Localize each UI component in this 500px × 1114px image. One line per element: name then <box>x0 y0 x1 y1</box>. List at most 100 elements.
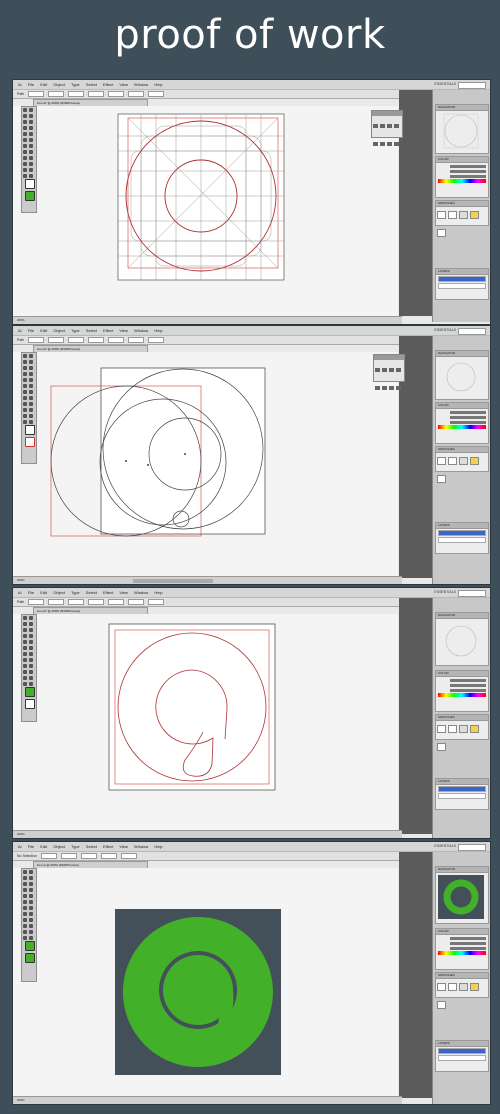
brush-field[interactable] <box>48 337 65 344</box>
menu-type[interactable]: Type <box>71 328 80 333</box>
workspace-switcher[interactable]: ESSENTIALS <box>434 326 456 335</box>
menu-effect[interactable]: Effect <box>103 590 113 595</box>
layer-row[interactable] <box>438 530 486 536</box>
menu-view[interactable]: View <box>119 590 128 595</box>
opacity-field[interactable] <box>68 599 85 606</box>
menu-select[interactable]: Select <box>86 844 97 849</box>
menu-view[interactable]: View <box>119 844 128 849</box>
menu-select[interactable]: Select <box>86 328 97 333</box>
menu-help[interactable]: Help <box>154 82 162 87</box>
menu-ai[interactable]: Ai <box>18 82 22 87</box>
x-field[interactable] <box>88 91 105 98</box>
menu-edit[interactable]: Edit <box>40 82 47 87</box>
stroke-field[interactable] <box>28 91 45 98</box>
search-input[interactable] <box>458 590 486 597</box>
menu-file[interactable]: File <box>28 590 34 595</box>
menu-object[interactable]: Object <box>53 328 65 333</box>
menu-type[interactable]: Type <box>71 82 80 87</box>
stroke-swatch[interactable] <box>25 699 35 709</box>
y-field[interactable] <box>108 599 125 606</box>
menu-object[interactable]: Object <box>53 844 65 849</box>
menu-window[interactable]: Window <box>134 844 148 849</box>
artboard-canvas[interactable] <box>13 868 398 1096</box>
fill-swatch[interactable] <box>25 425 35 435</box>
brush-field[interactable] <box>48 599 65 606</box>
fill-swatch[interactable] <box>25 179 35 189</box>
menu-type[interactable]: Type <box>71 844 80 849</box>
layer-row[interactable] <box>438 793 486 799</box>
menu-window[interactable]: Window <box>134 82 148 87</box>
search-input[interactable] <box>458 328 486 335</box>
x-field[interactable] <box>88 599 105 606</box>
color-spectrum[interactable] <box>438 425 486 429</box>
artboard-canvas[interactable] <box>13 106 398 316</box>
menu-file[interactable]: File <box>28 328 34 333</box>
y-field[interactable] <box>108 337 125 344</box>
menu-object[interactable]: Object <box>53 590 65 595</box>
menu-help[interactable]: Help <box>154 328 162 333</box>
menu-edit[interactable]: Edit <box>40 590 47 595</box>
menu-effect[interactable]: Effect <box>103 844 113 849</box>
color-spectrum[interactable] <box>438 179 486 183</box>
horizontal-scrollbar[interactable] <box>133 579 213 583</box>
h-field[interactable] <box>148 91 165 98</box>
brush-field[interactable] <box>48 91 65 98</box>
menu-edit[interactable]: Edit <box>40 328 47 333</box>
menu-window[interactable]: Window <box>134 328 148 333</box>
h-field[interactable] <box>148 599 165 606</box>
workspace-switcher[interactable]: ESSENTIALS <box>434 588 456 597</box>
layer-row[interactable] <box>438 283 486 289</box>
x-field[interactable] <box>88 337 105 344</box>
y-field[interactable] <box>108 91 125 98</box>
w-field[interactable] <box>128 337 145 344</box>
preferences-button[interactable] <box>120 853 137 860</box>
layer-row[interactable] <box>438 786 486 792</box>
stroke-field[interactable] <box>28 599 45 606</box>
fill-swatch[interactable] <box>25 941 35 951</box>
menu-ai[interactable]: Ai <box>18 328 22 333</box>
layer-row[interactable] <box>438 1055 486 1061</box>
menu-effect[interactable]: Effect <box>103 328 113 333</box>
document-tab[interactable]: icon.ai* @ 200% (RGB/Preview) <box>33 607 148 614</box>
menu-edit[interactable]: Edit <box>40 844 47 849</box>
menu-file[interactable]: File <box>28 844 34 849</box>
menu-window[interactable]: Window <box>134 590 148 595</box>
stroke-swatch[interactable] <box>25 437 35 447</box>
document-tab[interactable]: icon.ai* @ 200% (RGB/Preview) <box>33 345 148 352</box>
opacity-field[interactable] <box>68 337 85 344</box>
layer-row[interactable] <box>438 276 486 282</box>
stroke-swatch[interactable] <box>25 191 35 201</box>
w-field[interactable] <box>128 599 145 606</box>
menu-ai[interactable]: Ai <box>18 844 22 849</box>
stroke-field[interactable] <box>40 853 57 860</box>
document-tab[interactable]: icon.ai @ 200% (RGB/Preview) <box>33 861 148 868</box>
workspace-switcher[interactable]: ESSENTIALS <box>434 842 456 851</box>
document-tab[interactable]: icon.ai* @ 200% (RGB/Preview) <box>33 99 148 106</box>
menu-select[interactable]: Select <box>86 590 97 595</box>
fill-swatch[interactable] <box>25 687 35 697</box>
menu-help[interactable]: Help <box>154 590 162 595</box>
menu-object[interactable]: Object <box>53 82 65 87</box>
document-setup-button[interactable] <box>100 853 117 860</box>
opacity-field[interactable] <box>80 853 97 860</box>
menu-ai[interactable]: Ai <box>18 590 22 595</box>
artboard-canvas[interactable] <box>13 614 398 830</box>
color-spectrum[interactable] <box>438 693 486 697</box>
menu-effect[interactable]: Effect <box>103 82 113 87</box>
workspace-switcher[interactable]: ESSENTIALS <box>434 80 456 89</box>
stroke-swatch[interactable] <box>25 953 35 963</box>
layer-row[interactable] <box>438 1048 486 1054</box>
menu-view[interactable]: View <box>119 82 128 87</box>
opacity-field[interactable] <box>68 91 85 98</box>
menu-type[interactable]: Type <box>71 590 80 595</box>
search-input[interactable] <box>458 844 486 851</box>
menu-file[interactable]: File <box>28 82 34 87</box>
h-field[interactable] <box>148 337 165 344</box>
stroke-field[interactable] <box>28 337 45 344</box>
artboard-canvas[interactable] <box>13 352 398 576</box>
menu-select[interactable]: Select <box>86 82 97 87</box>
brush-field[interactable] <box>60 853 77 860</box>
layer-row[interactable] <box>438 537 486 543</box>
w-field[interactable] <box>128 91 145 98</box>
menu-help[interactable]: Help <box>154 844 162 849</box>
